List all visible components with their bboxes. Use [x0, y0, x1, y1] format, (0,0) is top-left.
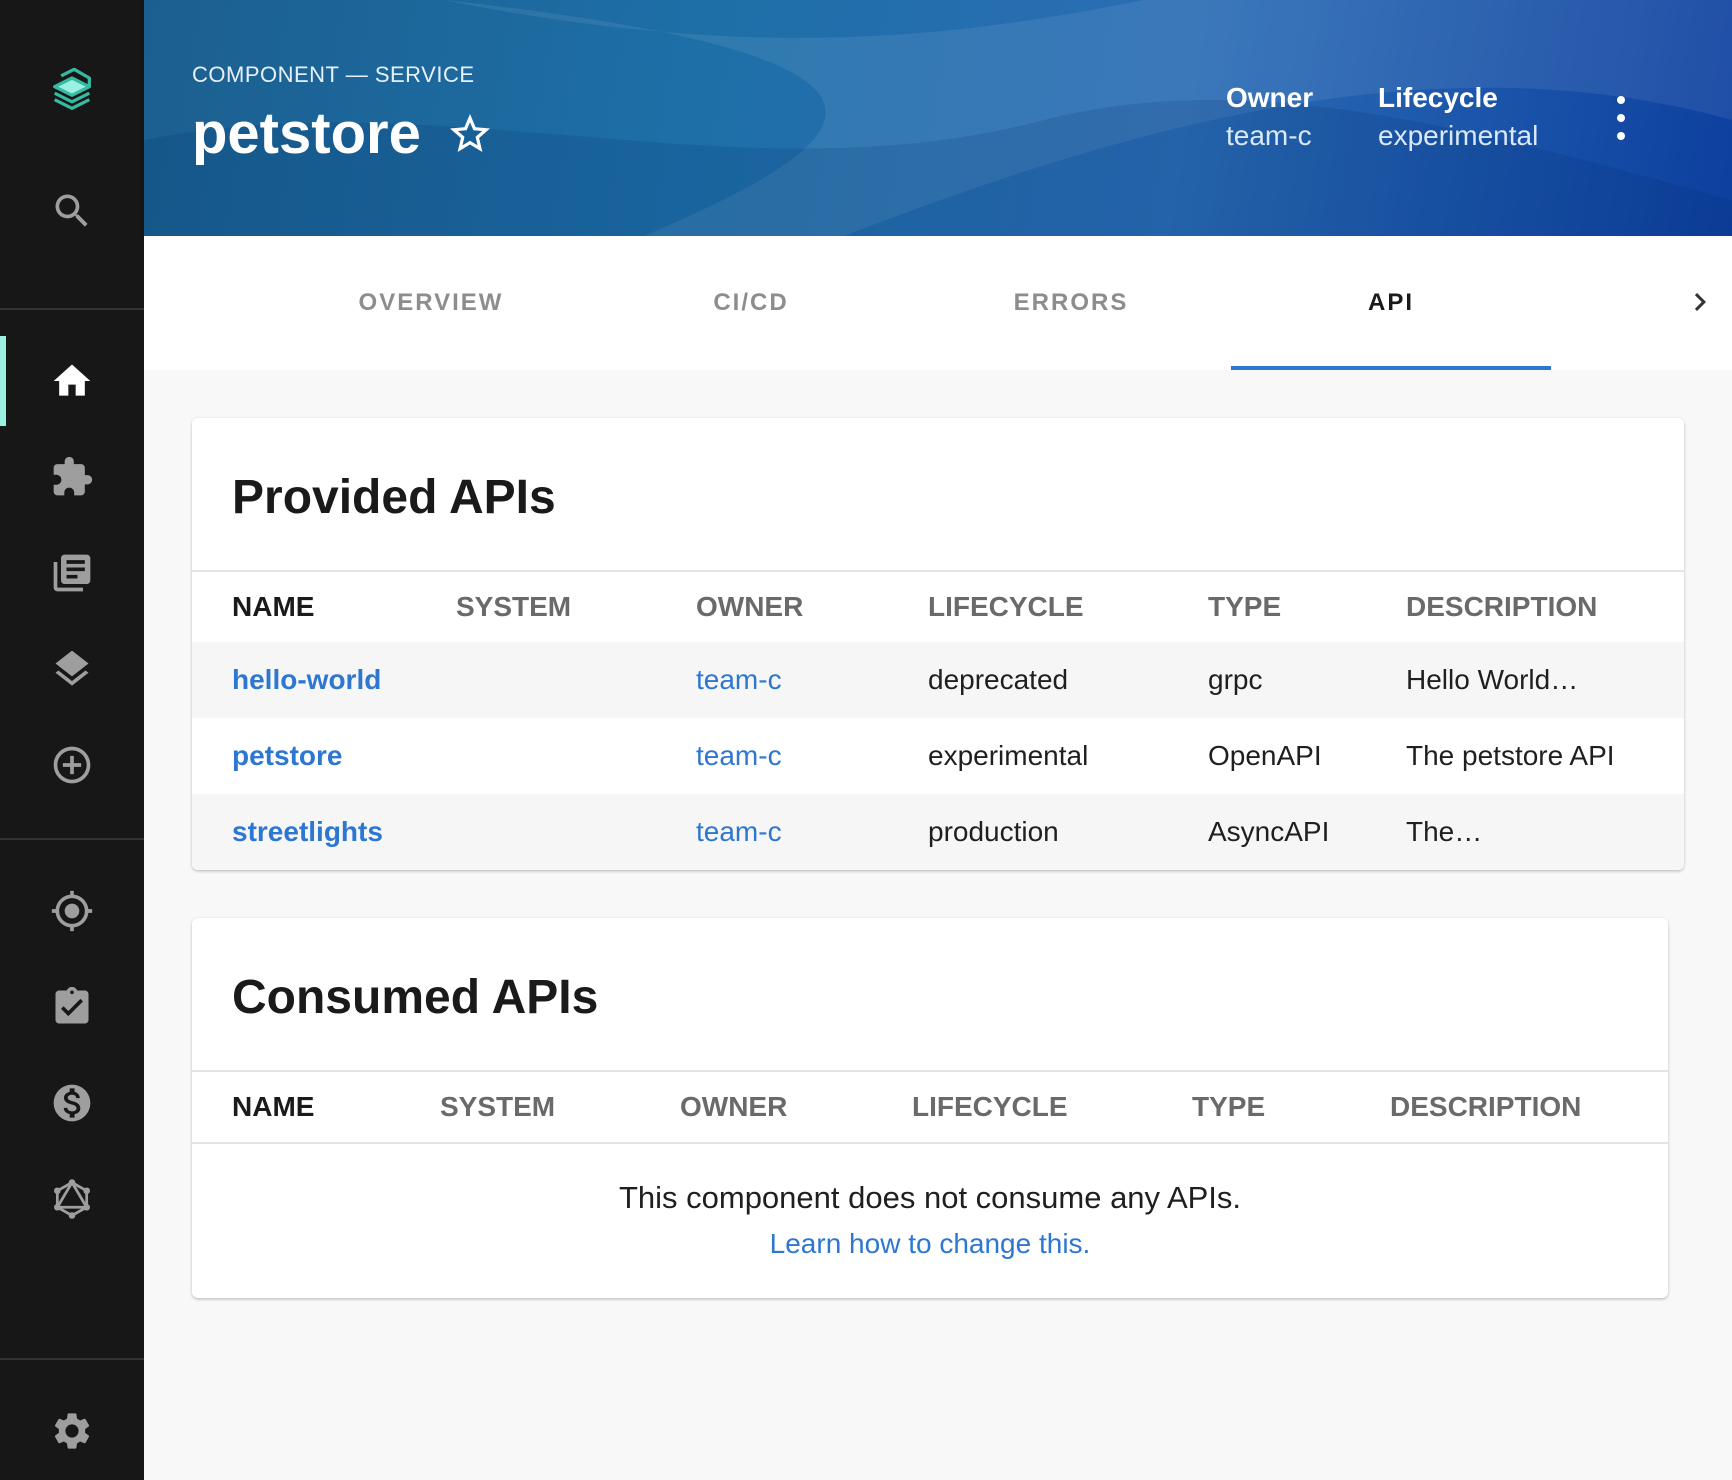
api-lifecycle: deprecated: [928, 664, 1069, 695]
docs-icon: [53, 554, 91, 592]
api-type: OpenAPI: [1208, 740, 1322, 771]
owner-label: Owner: [1226, 82, 1314, 113]
lifecycle-field: Lifecycle experimental: [1378, 82, 1538, 152]
owner-field: Owner team-c: [1226, 82, 1313, 152]
consumed-apis-card: Consumed APIs NAME SYSTEM OWNER LIFECYCL…: [192, 918, 1668, 1298]
api-owner-link[interactable]: team-c: [696, 718, 782, 794]
sidebar-divider: [0, 838, 144, 840]
star-icon: [450, 114, 490, 152]
provided-apis-card: Provided APIs NAME SYSTEM OWNER LIFECYCL…: [192, 418, 1684, 870]
column-header-lifecycle[interactable]: LIFECYCLE: [912, 1072, 1068, 1142]
more-options-button[interactable]: [1606, 96, 1636, 140]
column-header-name[interactable]: NAME: [232, 1072, 314, 1142]
chevron-right-icon: [1694, 293, 1706, 311]
column-header-system[interactable]: SYSTEM: [456, 572, 571, 642]
api-lifecycle: experimental: [928, 740, 1089, 771]
column-header-description[interactable]: DESCRIPTION: [1406, 572, 1597, 642]
api-name-link[interactable]: hello-world: [232, 642, 381, 718]
dollar-icon: [53, 1084, 91, 1122]
puzzle-icon: [53, 456, 93, 496]
tab-bar: OVERVIEW CI/CD ERRORS API: [144, 236, 1732, 370]
lifecycle-label: Lifecycle: [1378, 82, 1498, 113]
sidebar-item-settings[interactable]: [0, 1386, 144, 1476]
page-title: petstore: [192, 101, 421, 166]
lifecycle-value: experimental: [1378, 120, 1539, 151]
entity-header: COMPONENT — SERVICE petstore Owner team-…: [144, 0, 1732, 236]
column-header-description[interactable]: DESCRIPTION: [1390, 1072, 1581, 1142]
table-row: streetlights team-c production AsyncAPI …: [192, 794, 1684, 870]
sidebar-item-create[interactable]: [0, 720, 144, 810]
column-header-type[interactable]: TYPE: [1192, 1072, 1265, 1142]
owner-value: team-c: [1226, 120, 1312, 151]
learn-more-link[interactable]: Learn how to change this.: [192, 1228, 1668, 1260]
gear-icon: [54, 1413, 90, 1449]
api-name-link[interactable]: streetlights: [232, 794, 383, 870]
sidebar-item-tech-radar[interactable]: [0, 866, 144, 956]
sidebar-item-search[interactable]: [0, 166, 144, 256]
tab-cicd[interactable]: CI/CD: [591, 236, 911, 370]
clipboard-check-icon: [55, 986, 89, 1024]
more-vert-icon-dot: [1617, 114, 1625, 122]
target-icon: [51, 890, 93, 932]
api-name-link[interactable]: petstore: [232, 718, 342, 794]
sidebar-item-home[interactable]: [0, 336, 144, 426]
tab-overview[interactable]: OVERVIEW: [271, 236, 591, 370]
consumed-apis-title: Consumed APIs: [232, 971, 599, 1024]
tabs-scroll-right-button[interactable]: [1674, 272, 1726, 332]
api-description: The…: [1406, 816, 1483, 847]
sidebar-item-graphql[interactable]: [0, 1154, 144, 1244]
empty-state: This component does not consume any APIs…: [192, 1180, 1668, 1260]
more-vert-icon-dot: [1617, 96, 1625, 104]
empty-state-message: This component does not consume any APIs…: [618, 1180, 1242, 1215]
graphql-icon: [54, 1179, 90, 1219]
tab-errors[interactable]: ERRORS: [911, 236, 1231, 370]
sidebar-item-layers[interactable]: [0, 624, 144, 714]
provided-apis-title: Provided APIs: [232, 471, 556, 524]
api-type: AsyncAPI: [1208, 816, 1330, 847]
sidebar: [0, 0, 144, 1480]
sidebar-item-cost[interactable]: [0, 1058, 144, 1148]
provided-apis-table-header: NAME SYSTEM OWNER LIFECYCLE TYPE DESCRIP…: [192, 570, 1684, 644]
api-description: The petstore API: [1406, 740, 1615, 771]
column-header-type[interactable]: TYPE: [1208, 572, 1281, 642]
column-header-lifecycle[interactable]: LIFECYCLE: [928, 572, 1084, 642]
column-header-owner[interactable]: OWNER: [696, 572, 803, 642]
consumed-apis-table-header: NAME SYSTEM OWNER LIFECYCLE TYPE DESCRIP…: [192, 1070, 1668, 1144]
sidebar-divider: [0, 1358, 144, 1360]
table-row: hello-world team-c deprecated grpc Hello…: [192, 642, 1684, 718]
breadcrumb: COMPONENT — SERVICE: [192, 62, 475, 87]
column-header-owner[interactable]: OWNER: [680, 1072, 787, 1142]
column-header-name[interactable]: NAME: [232, 572, 314, 642]
tab-api[interactable]: API: [1231, 236, 1551, 370]
more-vert-icon-dot: [1617, 132, 1625, 140]
api-lifecycle: production: [928, 816, 1059, 847]
search-icon: [55, 194, 88, 227]
add-circle-icon: [53, 746, 91, 784]
favorite-button[interactable]: [446, 110, 494, 158]
api-description: Hello World…: [1406, 664, 1579, 695]
home-icon: [53, 364, 91, 396]
layers-icon: [55, 650, 89, 686]
logo[interactable]: [0, 46, 144, 136]
api-type: grpc: [1208, 664, 1263, 695]
sidebar-item-apis[interactable]: [0, 432, 144, 522]
sidebar-divider: [0, 308, 144, 310]
column-header-system[interactable]: SYSTEM: [440, 1072, 555, 1142]
logo-icon: [53, 67, 91, 110]
api-owner-link[interactable]: team-c: [696, 794, 782, 870]
table-row: petstore team-c experimental OpenAPI The…: [192, 718, 1684, 794]
sidebar-item-checklist[interactable]: [0, 962, 144, 1052]
api-owner-link[interactable]: team-c: [696, 642, 782, 718]
sidebar-item-docs[interactable]: [0, 528, 144, 618]
